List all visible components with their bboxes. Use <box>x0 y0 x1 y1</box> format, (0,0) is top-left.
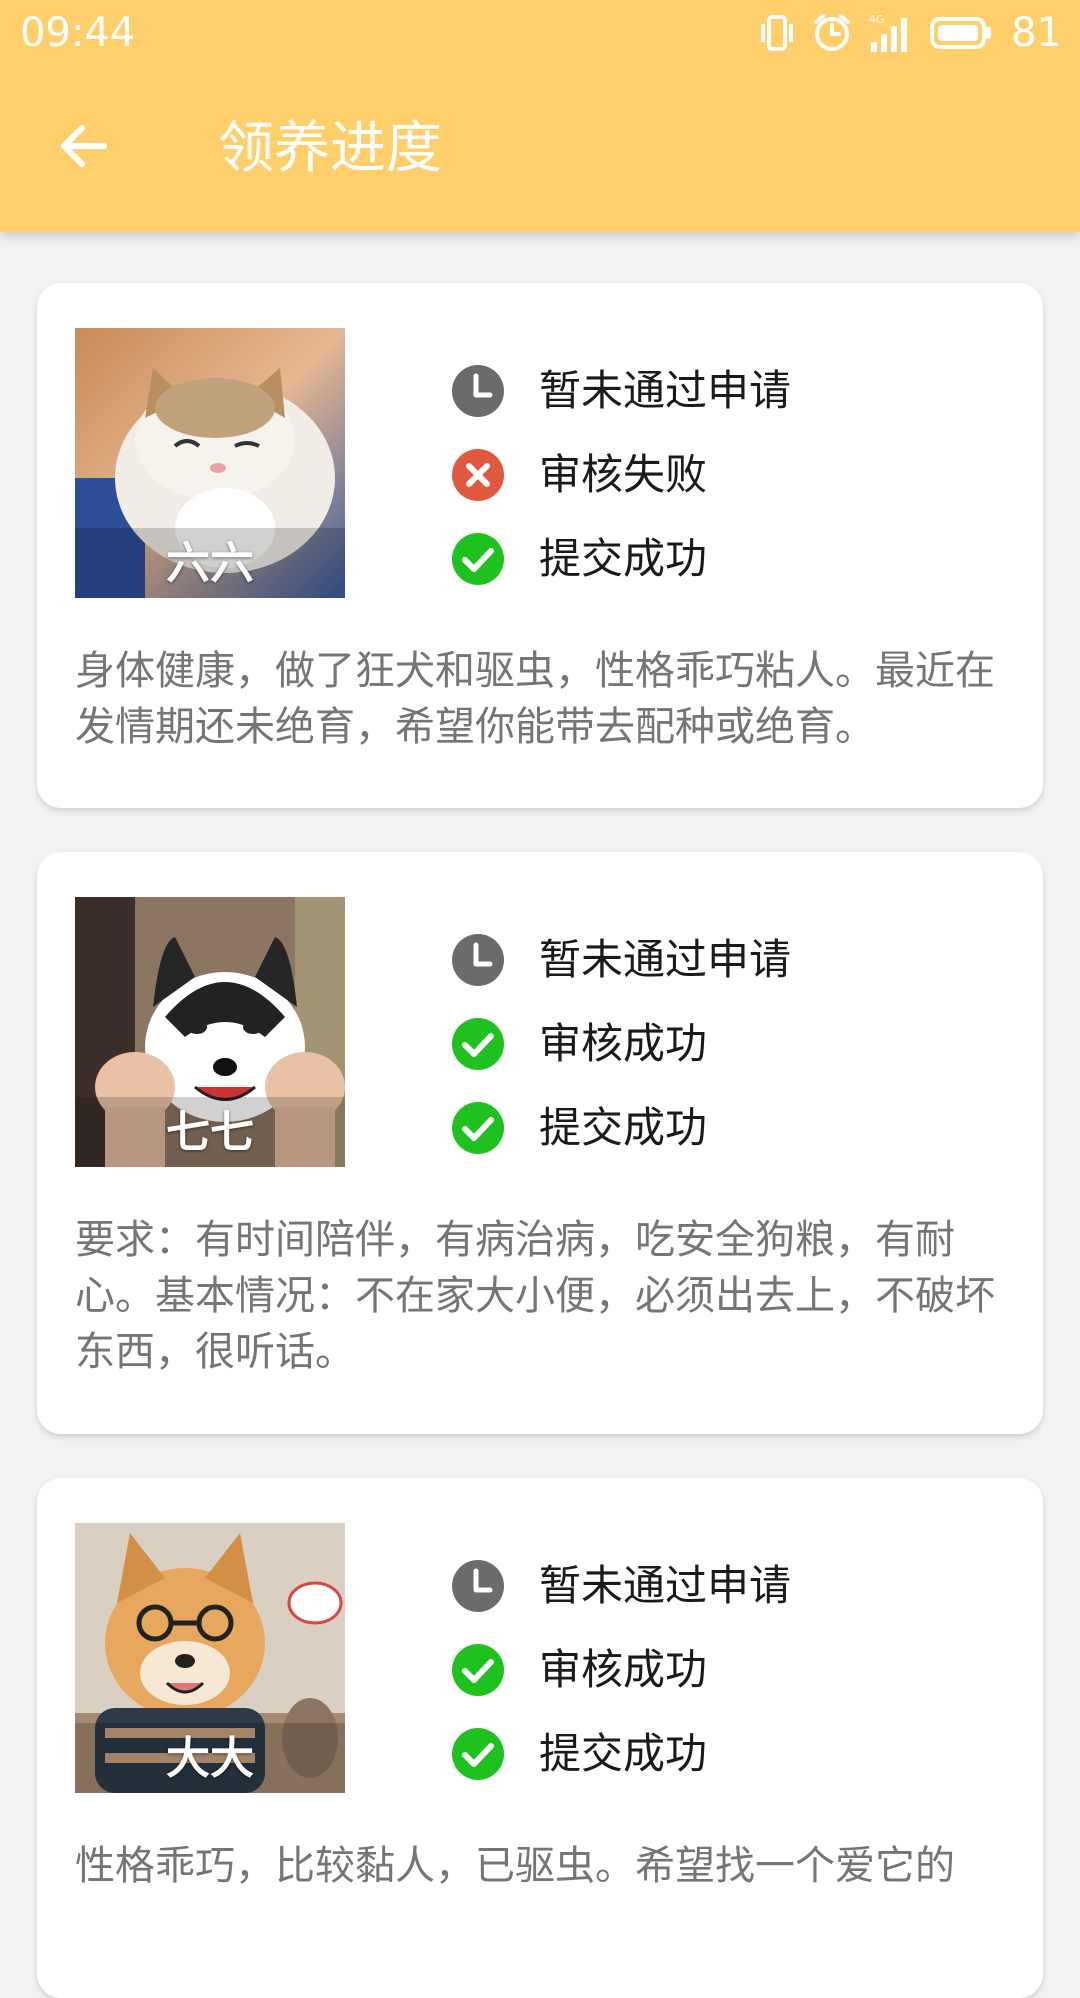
adoption-card[interactable]: 七七 暂未通过申请 审核成功 提交成功 要求：有时间陪伴，有病治病，吃安全狗粮，… <box>37 852 1043 1434</box>
status-text: 提交成功 <box>539 534 708 583</box>
check-icon <box>452 1644 504 1696</box>
pet-photo: 大大 <box>75 1523 345 1793</box>
status-text: 提交成功 <box>539 1729 708 1778</box>
status-icons: 4G 81 <box>757 6 1062 60</box>
app-bar: 09:44 4G 81 领养进度 <box>0 0 1080 232</box>
battery-icon <box>929 13 993 53</box>
pet-description: 要求：有时间陪伴，有病治病，吃安全狗粮，有耐心。基本情况：不在家大小便，必须出去… <box>75 1217 995 1375</box>
status-row: 暂未通过申请 <box>451 349 1011 433</box>
check-icon <box>452 533 504 585</box>
status-list: 暂未通过申请 审核成功 提交成功 <box>451 1544 1011 1796</box>
battery-level: 81 <box>1011 10 1062 56</box>
pet-name: 六六 <box>166 538 254 589</box>
status-text: 提交成功 <box>539 1103 708 1152</box>
status-row: 提交成功 <box>451 517 1011 601</box>
check-icon <box>452 1018 504 1070</box>
pet-description: 身体健康，做了狂犬和驱虫，性格乖巧粘人。最近在发情期还未绝育，希望你能带去配种或… <box>75 648 995 750</box>
clock-icon <box>452 365 504 417</box>
signal-4g-icon: 4G <box>867 12 915 54</box>
status-row: 暂未通过申请 <box>451 1544 1011 1628</box>
error-icon <box>452 449 504 501</box>
status-row: 提交成功 <box>451 1712 1011 1796</box>
pet-name: 七七 <box>166 1107 254 1158</box>
status-text: 审核成功 <box>539 1019 708 1068</box>
page-title: 领养进度 <box>218 116 442 181</box>
status-row: 审核成功 <box>451 1628 1011 1712</box>
pet-description: 性格乖巧，比较黏人，已驱虫。希望找一个爱它的 <box>75 1843 955 1889</box>
vibrate-icon <box>757 13 797 53</box>
status-row: 暂未通过申请 <box>451 918 1011 1002</box>
status-row: 审核失败 <box>451 433 1011 517</box>
alarm-icon <box>811 12 853 54</box>
status-row: 审核成功 <box>451 1002 1011 1086</box>
adoption-card[interactable]: 六六 暂未通过申请 审核失败 提交成功 身体健康，做了狂犬和驱虫，性格乖巧粘人。… <box>37 283 1043 808</box>
status-text: 暂未通过申请 <box>539 935 792 984</box>
toolbar: 领养进度 <box>0 66 1080 232</box>
status-text: 审核成功 <box>539 1645 708 1694</box>
check-icon <box>452 1728 504 1780</box>
pet-name: 大大 <box>166 1733 254 1784</box>
adoption-card[interactable]: 大大 暂未通过申请 审核成功 提交成功 性格乖巧，比较黏人，已驱虫。希望找一个爱… <box>37 1478 1043 1998</box>
arrow-left-icon <box>61 125 107 167</box>
svg-text:4G: 4G <box>869 13 885 26</box>
clock-icon <box>452 934 504 986</box>
pet-photo: 六六 <box>75 328 345 598</box>
status-list: 暂未通过申请 审核失败 提交成功 <box>451 349 1011 601</box>
back-button[interactable] <box>44 106 124 186</box>
status-text: 审核失败 <box>539 450 708 499</box>
check-icon <box>452 1102 504 1154</box>
status-list: 暂未通过申请 审核成功 提交成功 <box>451 918 1011 1170</box>
status-bar: 09:44 4G 81 <box>0 0 1080 66</box>
clock-icon <box>452 1560 504 1612</box>
status-text: 暂未通过申请 <box>539 1561 792 1610</box>
status-time: 09:44 <box>20 10 136 56</box>
pet-photo: 七七 <box>75 897 345 1167</box>
status-text: 暂未通过申请 <box>539 366 792 415</box>
status-row: 提交成功 <box>451 1086 1011 1170</box>
